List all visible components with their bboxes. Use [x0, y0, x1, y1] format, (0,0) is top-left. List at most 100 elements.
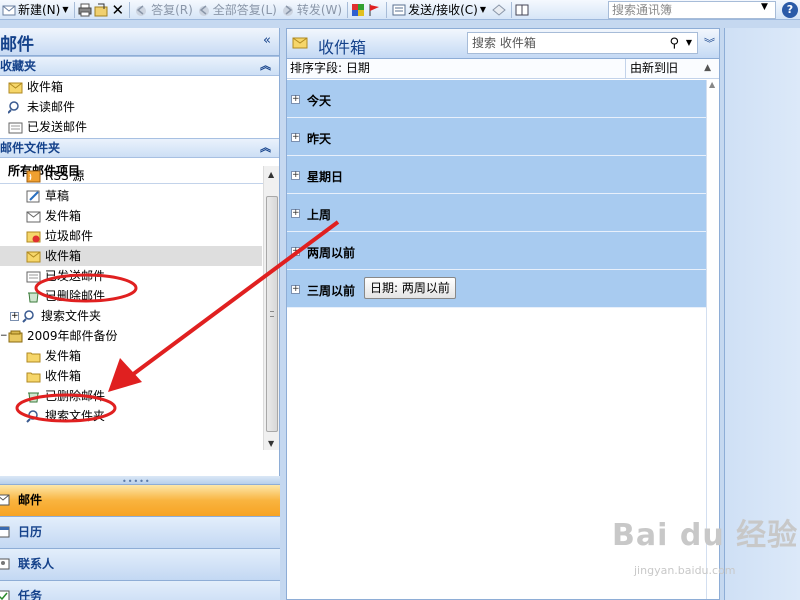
expand-icon[interactable]: +	[291, 285, 300, 294]
expand-icon[interactable]: +	[291, 209, 300, 218]
group-header-yesterday[interactable]: + 昨天	[287, 118, 706, 156]
favorite-item-sent[interactable]: 已发送邮件	[8, 117, 279, 137]
group-header-two-weeks-ago[interactable]: + 两周以前	[287, 232, 706, 270]
outbox-icon	[26, 211, 41, 222]
categorize-icon[interactable]	[351, 3, 365, 17]
junk-icon	[26, 231, 41, 242]
nav-button-contacts[interactable]: 联系人	[0, 548, 280, 580]
expand-icon[interactable]: +	[291, 133, 300, 142]
reply-button[interactable]: 答复(R)	[133, 1, 195, 19]
nav-button-calendar[interactable]: 日历	[0, 516, 280, 548]
delete-icon[interactable]: ✕	[110, 1, 127, 19]
sort-arrow-icon[interactable]: ▲	[704, 59, 711, 78]
favorite-item-unread[interactable]: 未读邮件	[8, 97, 279, 117]
nav-button-label: 邮件	[18, 493, 43, 507]
mail-folders-header[interactable]: 邮件文件夹 ︽	[0, 138, 279, 158]
address-book-icon[interactable]	[515, 3, 529, 17]
scroll-up-icon[interactable]: ▲	[709, 80, 715, 89]
group-label: 三周以前	[307, 284, 356, 298]
baidu-watermark: Bai du 经验	[612, 518, 799, 553]
folder-item-archive-search-folders[interactable]: 搜索文件夹	[0, 406, 262, 426]
folder-icon	[26, 372, 41, 382]
group-header-today[interactable]: + 今天	[287, 80, 706, 118]
expand-search-icon[interactable]: ︾	[704, 35, 715, 51]
forward-button[interactable]: 转发(W)	[279, 1, 344, 19]
reply-label: 答复(R)	[151, 3, 193, 17]
deleted-icon	[28, 392, 39, 402]
folder-item-archive-2009[interactable]: − 2009年邮件备份	[0, 326, 262, 346]
archive-icon	[8, 330, 23, 342]
search-folder-icon	[26, 409, 38, 423]
folder-item-label: 草稿	[45, 189, 70, 203]
favorites-header[interactable]: 收藏夹 ︽	[0, 56, 279, 76]
favorites-list: 收件箱 未读邮件 已发送邮件	[0, 76, 279, 138]
nav-button-tasks[interactable]: 任务	[0, 580, 280, 600]
folder-item-junk[interactable]: 垃圾邮件	[0, 226, 262, 246]
folder-item-inbox[interactable]: 收件箱	[0, 246, 262, 266]
rss-icon	[26, 170, 41, 182]
chevron-up-icon[interactable]: ︽	[260, 139, 271, 157]
date-tooltip: 日期: 两周以前	[364, 277, 456, 299]
folder-item-label: 发件箱	[45, 209, 82, 223]
toolbar-separator	[347, 1, 349, 18]
group-header-three-weeks-ago[interactable]: + 三周以前 日期: 两周以前	[287, 270, 706, 308]
expand-icon[interactable]: +	[291, 95, 300, 104]
forward-label: 转发(W)	[296, 3, 343, 17]
address-book-search-input[interactable]: 搜索通讯簿	[608, 1, 776, 19]
sort-field-button[interactable]: 排序字段: 日期	[290, 59, 370, 78]
search-options-dropdown-icon[interactable]: ▼	[686, 33, 692, 53]
expand-icon[interactable]: +	[291, 247, 300, 256]
search-icon[interactable]: ⚲	[669, 34, 679, 54]
folder-item-archive-outbox[interactable]: 发件箱	[0, 346, 262, 366]
pane-splitter[interactable]: •••••	[0, 476, 280, 486]
folder-item-search-folders[interactable]: + 搜索文件夹	[0, 306, 262, 326]
deleted-icon	[28, 292, 39, 302]
toolbar-separator	[511, 1, 513, 18]
new-button[interactable]: 新建(N) ▼	[0, 1, 71, 19]
inbox-search-input[interactable]: 搜索 收件箱 ⚲ ▼	[467, 32, 698, 54]
folder-item-label: 收件箱	[45, 249, 82, 263]
sort-bar: 排序字段: 日期 由新到旧 ▲	[287, 59, 719, 79]
scroll-down-icon[interactable]: ▼	[268, 439, 274, 448]
inbox-icon	[292, 37, 308, 49]
send-receive-dropdown-icon[interactable]: ▼	[480, 5, 486, 14]
flag-icon[interactable]	[367, 3, 381, 17]
nav-button-label: 联系人	[18, 557, 55, 571]
mail-stamp-icon[interactable]	[492, 3, 506, 17]
folder-item-rss[interactable]: RSS 源	[0, 166, 262, 186]
print-icon[interactable]	[78, 3, 92, 17]
new-dropdown-icon[interactable]: ▼	[62, 5, 68, 14]
group-header-sunday[interactable]: + 星期日	[287, 156, 706, 194]
collapse-pane-icon[interactable]: «	[263, 33, 271, 48]
nav-button-mail[interactable]: 邮件	[0, 484, 280, 516]
sort-order-button[interactable]: 由新到旧	[625, 59, 678, 78]
expand-icon[interactable]: +	[291, 171, 300, 180]
folder-item-archive-inbox[interactable]: 收件箱	[0, 366, 262, 386]
chevron-up-icon[interactable]: ︽	[260, 57, 271, 75]
folder-tree-scrollbar[interactable]: ▲ ▼	[263, 166, 279, 450]
inbox-icon	[8, 82, 23, 93]
collapse-icon[interactable]: −	[0, 326, 8, 346]
address-book-dropdown-icon[interactable]: ▼	[761, 2, 768, 12]
folder-item-deleted[interactable]: 已删除邮件	[0, 286, 262, 306]
scrollbar-thumb[interactable]	[266, 196, 278, 432]
send-receive-icon	[392, 4, 406, 15]
folder-item-archive-deleted[interactable]: 已删除邮件	[0, 386, 262, 406]
folder-item-drafts[interactable]: 草稿	[0, 186, 262, 206]
help-icon[interactable]: ?	[782, 2, 798, 18]
folder-item-sent[interactable]: 已发送邮件	[0, 266, 262, 286]
folder-item-label: 收件箱	[45, 369, 82, 383]
favorite-item-inbox[interactable]: 收件箱	[8, 77, 279, 97]
scroll-up-icon[interactable]: ▲	[268, 170, 274, 179]
folder-item-label: 发件箱	[45, 349, 82, 363]
move-to-folder-icon[interactable]	[94, 3, 108, 17]
group-header-last-week[interactable]: + 上周	[287, 194, 706, 232]
inbox-icon	[26, 251, 41, 262]
folder-item-outbox[interactable]: 发件箱	[0, 206, 262, 226]
send-receive-button[interactable]: 发送/接收(C) ▼	[390, 1, 488, 19]
reply-all-button[interactable]: 全部答复(L)	[195, 1, 279, 19]
reply-all-label: 全部答复(L)	[212, 3, 277, 17]
favorite-item-label: 未读邮件	[27, 100, 76, 114]
new-label: 新建(N)	[18, 3, 61, 17]
expand-icon[interactable]: +	[10, 311, 19, 321]
